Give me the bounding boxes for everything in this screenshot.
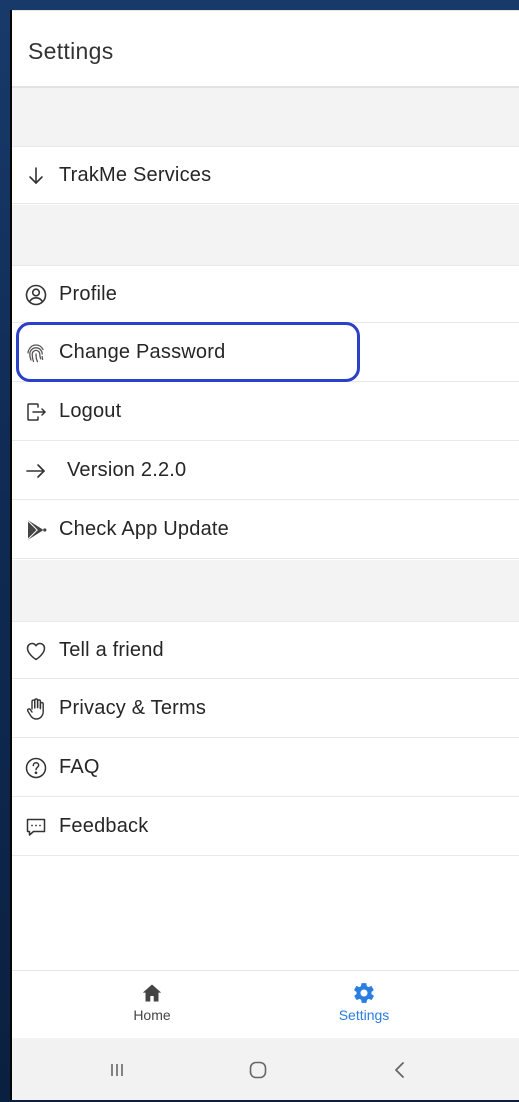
settings-item-trakme-services[interactable]: TrakMe Services [12,146,519,204]
phone-screen: Settings TrakMe Services Profile Change … [10,10,519,1100]
back-button[interactable] [386,1056,414,1084]
home-icon [140,981,164,1005]
settings-item-label: Logout [59,400,122,422]
settings-item-label: Version 2.2.0 [67,459,187,481]
help-icon [24,756,48,780]
section-gap [12,560,519,621]
settings-item-logout[interactable]: Logout [12,383,519,441]
settings-item-profile[interactable]: Profile [12,265,519,323]
settings-item-version[interactable]: Version 2.2.0 [12,442,519,500]
nav-settings[interactable]: Settings [314,981,414,1033]
back-chevron-icon [395,1062,404,1078]
arrow-right-icon [24,459,48,483]
settings-item-feedback[interactable]: Feedback [12,798,519,856]
screenshot-frame: Settings TrakMe Services Profile Change … [0,0,519,1102]
arrow-down-icon [24,164,48,188]
settings-item-label: Check App Update [59,518,229,540]
settings-item-tell-a-friend[interactable]: Tell a friend [12,621,519,679]
settings-item-label: Feedback [59,815,149,837]
nav-home-label: Home [133,1007,171,1023]
settings-item-label: Privacy & Terms [59,697,207,719]
fingerprint-icon [24,341,48,365]
gear-icon [352,981,376,1005]
section-gap [12,205,519,265]
settings-item-check-app-update[interactable]: Check App Update [12,501,519,559]
settings-item-change-password[interactable]: Change Password [12,324,519,382]
home-system-button[interactable] [244,1056,272,1084]
settings-item-label: Tell a friend [59,639,164,661]
home-circle-icon [249,1061,267,1079]
app-bar: Settings [12,10,519,88]
section-gap [12,88,519,146]
hand-icon [24,697,48,721]
nav-home[interactable]: Home [102,981,202,1033]
bottom-navigation: Home Settings [12,970,519,1038]
settings-item-label: Profile [59,283,118,305]
play-store-icon [24,518,48,542]
recent-apps-button[interactable] [103,1056,131,1084]
page-title: Settings [28,38,114,64]
settings-item-label: Change Password [59,341,226,363]
recent-apps-icon [111,1064,123,1076]
logout-icon [24,400,48,424]
settings-item-faq[interactable]: FAQ [12,739,519,797]
settings-item-privacy-terms[interactable]: Privacy & Terms [12,680,519,738]
settings-item-label: FAQ [59,756,100,778]
settings-item-label: TrakMe Services [59,164,212,186]
feedback-icon [24,815,48,839]
heart-icon [24,639,48,663]
nav-settings-label: Settings [338,1007,390,1023]
system-navigation-bar [12,1038,519,1100]
profile-icon [24,283,48,307]
